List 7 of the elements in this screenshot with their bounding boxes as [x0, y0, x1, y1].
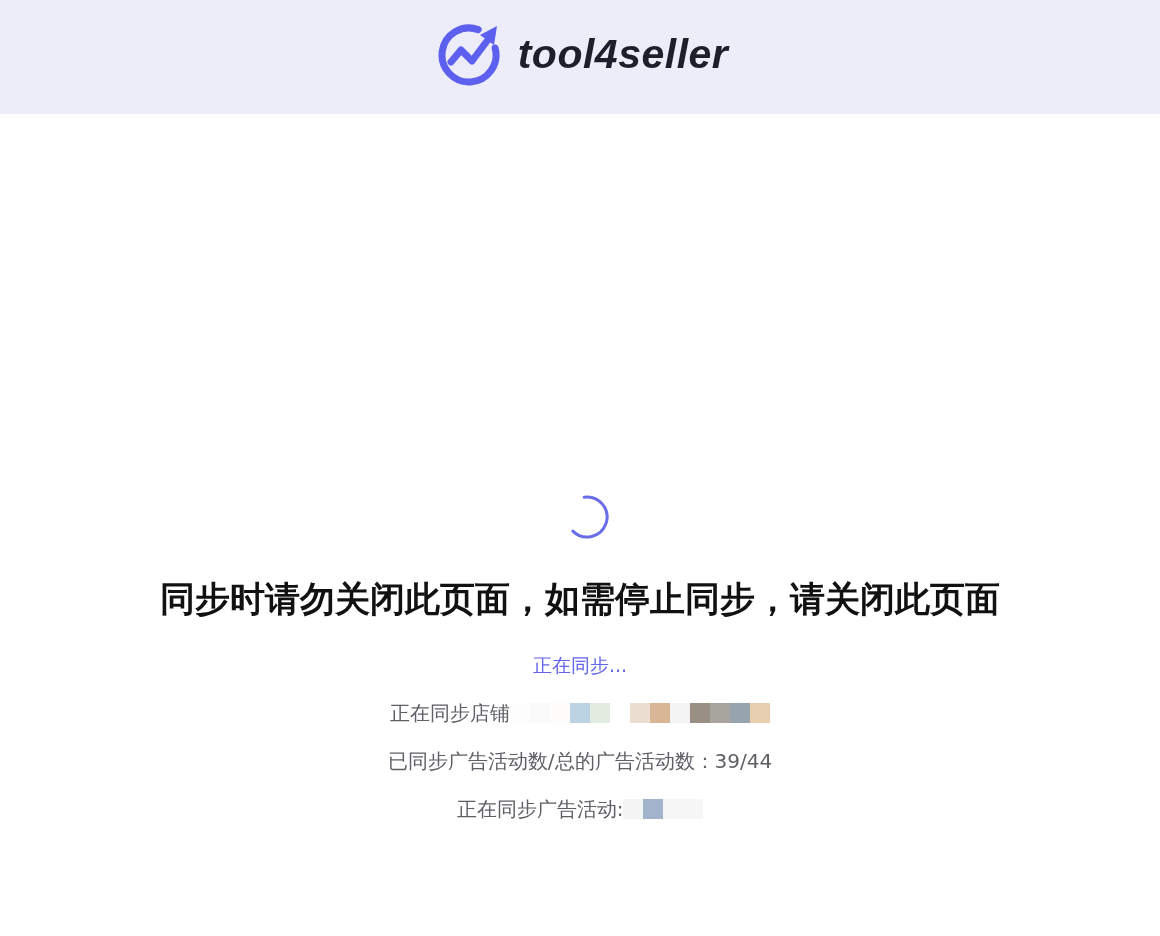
sync-detail-text: 正在同步广告活动:: [456, 797, 624, 821]
sync-detail-text: 已同步广告活动数/总的广告活动数：39/44: [387, 749, 773, 773]
sync-detail-text: 正在同步店铺: [390, 701, 510, 725]
sync-warning-heading: 同步时请勿关闭此页面，如需停止同步，请关闭此页面: [160, 578, 1000, 621]
logo-icon: [435, 22, 502, 86]
sync-status-text: 正在同步...: [532, 653, 628, 677]
logo-text: tool4seller: [517, 33, 729, 75]
